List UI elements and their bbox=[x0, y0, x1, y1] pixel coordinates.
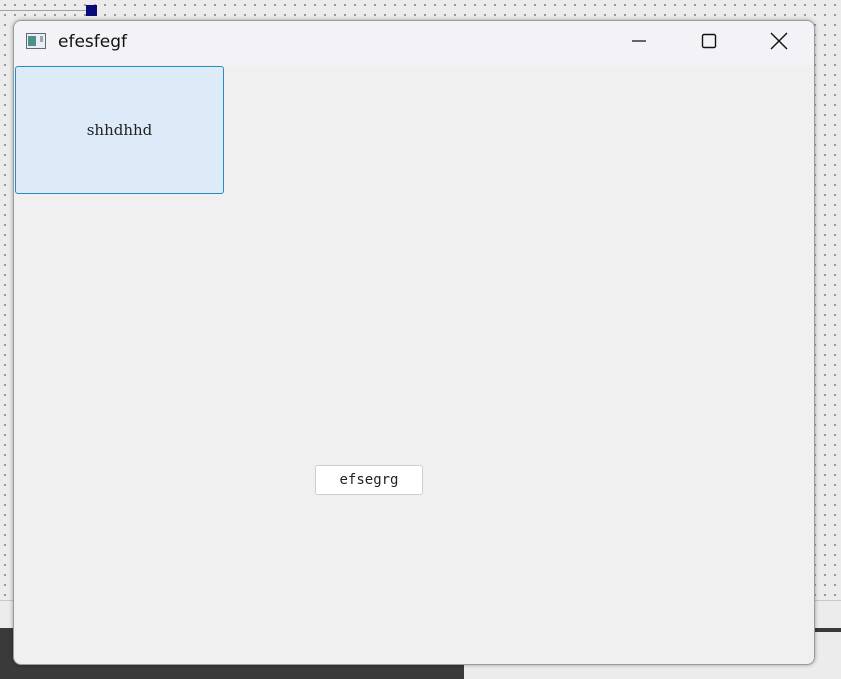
maximize-button[interactable] bbox=[674, 21, 744, 65]
minimize-icon bbox=[631, 33, 647, 53]
minimize-button[interactable] bbox=[604, 21, 674, 65]
window-title: efesfegf bbox=[58, 32, 127, 52]
title-bar[interactable]: efesfegf bbox=[14, 21, 814, 65]
designer-guide-line bbox=[0, 10, 90, 11]
app-window-icon bbox=[26, 33, 46, 49]
window-content: shhdhhd efsegrg bbox=[14, 65, 814, 664]
frame-label: shhdhhd bbox=[86, 121, 153, 139]
label-frame[interactable]: shhdhhd bbox=[15, 66, 224, 194]
close-button[interactable] bbox=[744, 21, 814, 65]
preview-window: efesfegf shhdhhd efsegrg bbox=[13, 20, 815, 665]
push-button[interactable]: efsegrg bbox=[315, 465, 423, 495]
maximize-icon bbox=[701, 33, 717, 53]
close-icon bbox=[770, 32, 788, 54]
selection-handle[interactable] bbox=[86, 5, 97, 16]
